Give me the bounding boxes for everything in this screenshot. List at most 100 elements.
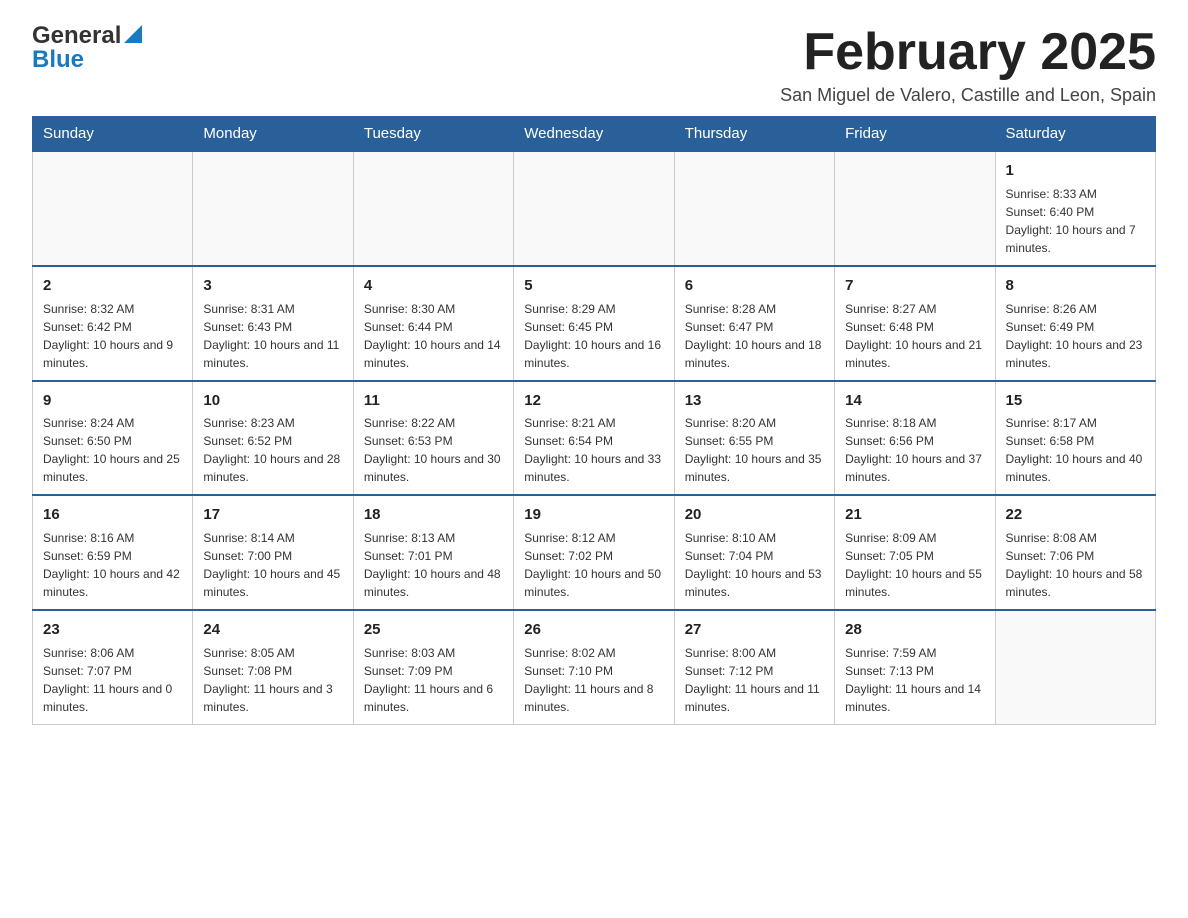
day-number: 19	[524, 504, 663, 526]
day-number: 28	[845, 619, 984, 641]
logo-triangle-icon	[124, 25, 142, 43]
calendar-cell: 21 Sunrise: 8:09 AMSunset: 7:05 PMDayligh…	[835, 495, 995, 610]
day-number: 3	[203, 275, 342, 297]
day-info: Sunrise: 8:14 AMSunset: 7:00 PMDaylight:…	[203, 529, 342, 601]
day-number: 27	[685, 619, 824, 641]
day-number: 25	[364, 619, 503, 641]
calendar-cell: 4 Sunrise: 8:30 AMSunset: 6:44 PMDaylight…	[353, 266, 513, 381]
calendar-cell: 17 Sunrise: 8:14 AMSunset: 7:00 PMDayligh…	[193, 495, 353, 610]
day-number: 9	[43, 390, 182, 412]
day-number: 11	[364, 390, 503, 412]
day-info: Sunrise: 8:31 AMSunset: 6:43 PMDaylight:…	[203, 300, 342, 372]
day-number: 20	[685, 504, 824, 526]
calendar-cell: 12Sunrise: 8:21 AMSunset: 6:54 PMDayligh…	[514, 381, 674, 496]
day-info: Sunrise: 8:10 AMSunset: 7:04 PMDaylight:…	[685, 529, 824, 601]
calendar-cell: 15Sunrise: 8:17 AMSunset: 6:58 PMDayligh…	[995, 381, 1155, 496]
day-number: 24	[203, 619, 342, 641]
calendar-cell: 8Sunrise: 8:26 AMSunset: 6:49 PMDaylight…	[995, 266, 1155, 381]
day-number: 12	[524, 390, 663, 412]
weekday-header-sunday: Sunday	[33, 117, 193, 152]
day-number: 16	[43, 504, 182, 526]
day-info: Sunrise: 8:08 AMSunset: 7:06 PMDaylight:…	[1006, 529, 1145, 601]
calendar-cell: 22 Sunrise: 8:08 AMSunset: 7:06 PMDayligh…	[995, 495, 1155, 610]
day-info: Sunrise: 8:12 AMSunset: 7:02 PMDaylight:…	[524, 529, 663, 601]
day-number: 1	[1006, 160, 1145, 182]
weekday-header-saturday: Saturday	[995, 117, 1155, 152]
calendar-cell: 25 Sunrise: 8:03 AMSunset: 7:09 PMDayligh…	[353, 610, 513, 724]
day-number: 17	[203, 504, 342, 526]
day-number: 26	[524, 619, 663, 641]
day-info: Sunrise: 8:05 AMSunset: 7:08 PMDaylight:…	[203, 644, 342, 716]
day-number: 4	[364, 275, 503, 297]
month-year-title: February 2025	[780, 24, 1156, 81]
day-number: 18	[364, 504, 503, 526]
weekday-header-friday: Friday	[835, 117, 995, 152]
calendar-cell	[33, 151, 193, 266]
calendar-week-row: 16Sunrise: 8:16 AMSunset: 6:59 PMDayligh…	[33, 495, 1156, 610]
calendar-table: SundayMondayTuesdayWednesdayThursdayFrid…	[32, 116, 1156, 725]
day-number: 21	[845, 504, 984, 526]
logo-blue-text: Blue	[32, 46, 84, 74]
page-header: General Blue February 2025 San Miguel de…	[32, 24, 1156, 106]
calendar-cell: 11Sunrise: 8:22 AMSunset: 6:53 PMDayligh…	[353, 381, 513, 496]
day-info: Sunrise: 8:09 AMSunset: 7:05 PMDaylight:…	[845, 529, 984, 601]
day-info: Sunrise: 8:32 AMSunset: 6:42 PMDaylight:…	[43, 300, 182, 372]
calendar-cell: 16Sunrise: 8:16 AMSunset: 6:59 PMDayligh…	[33, 495, 193, 610]
title-section: February 2025 San Miguel de Valero, Cast…	[780, 24, 1156, 106]
day-number: 6	[685, 275, 824, 297]
day-info: Sunrise: 8:18 AMSunset: 6:56 PMDaylight:…	[845, 414, 984, 486]
calendar-cell: 7Sunrise: 8:27 AMSunset: 6:48 PMDaylight…	[835, 266, 995, 381]
day-number: 10	[203, 390, 342, 412]
day-info: Sunrise: 8:33 AMSunset: 6:40 PMDaylight:…	[1006, 185, 1145, 257]
calendar-cell	[995, 610, 1155, 724]
calendar-week-row: 1 Sunrise: 8:33 AMSunset: 6:40 PMDaylight…	[33, 151, 1156, 266]
day-info: Sunrise: 8:03 AMSunset: 7:09 PMDaylight:…	[364, 644, 503, 716]
logo: General Blue	[32, 24, 142, 74]
calendar-cell: 24 Sunrise: 8:05 AMSunset: 7:08 PMDayligh…	[193, 610, 353, 724]
day-info: Sunrise: 8:13 AMSunset: 7:01 PMDaylight:…	[364, 529, 503, 601]
calendar-cell: 18 Sunrise: 8:13 AMSunset: 7:01 PMDayligh…	[353, 495, 513, 610]
calendar-cell: 14Sunrise: 8:18 AMSunset: 6:56 PMDayligh…	[835, 381, 995, 496]
calendar-cell: 2 Sunrise: 8:32 AMSunset: 6:42 PMDaylight…	[33, 266, 193, 381]
calendar-cell: 6 Sunrise: 8:28 AMSunset: 6:47 PMDaylight…	[674, 266, 834, 381]
calendar-week-row: 23 Sunrise: 8:06 AMSunset: 7:07 PMDayligh…	[33, 610, 1156, 724]
day-number: 13	[685, 390, 824, 412]
day-info: Sunrise: 8:29 AMSunset: 6:45 PMDaylight:…	[524, 300, 663, 372]
calendar-week-row: 9Sunrise: 8:24 AMSunset: 6:50 PMDaylight…	[33, 381, 1156, 496]
day-info: Sunrise: 8:17 AMSunset: 6:58 PMDaylight:…	[1006, 414, 1145, 486]
day-info: Sunrise: 8:26 AMSunset: 6:49 PMDaylight:…	[1006, 300, 1145, 372]
calendar-cell	[193, 151, 353, 266]
weekday-header-wednesday: Wednesday	[514, 117, 674, 152]
logo-general-text: General	[32, 24, 121, 48]
weekday-header-thursday: Thursday	[674, 117, 834, 152]
day-info: Sunrise: 8:30 AMSunset: 6:44 PMDaylight:…	[364, 300, 503, 372]
location-subtitle: San Miguel de Valero, Castille and Leon,…	[780, 85, 1156, 106]
day-number: 2	[43, 275, 182, 297]
calendar-cell: 9Sunrise: 8:24 AMSunset: 6:50 PMDaylight…	[33, 381, 193, 496]
day-number: 22	[1006, 504, 1145, 526]
weekday-header-tuesday: Tuesday	[353, 117, 513, 152]
day-info: Sunrise: 8:02 AMSunset: 7:10 PMDaylight:…	[524, 644, 663, 716]
calendar-header-row: SundayMondayTuesdayWednesdayThursdayFrid…	[33, 117, 1156, 152]
day-number: 23	[43, 619, 182, 641]
day-number: 7	[845, 275, 984, 297]
calendar-cell: 5Sunrise: 8:29 AMSunset: 6:45 PMDaylight…	[514, 266, 674, 381]
day-info: Sunrise: 7:59 AMSunset: 7:13 PMDaylight:…	[845, 644, 984, 716]
calendar-cell: 13Sunrise: 8:20 AMSunset: 6:55 PMDayligh…	[674, 381, 834, 496]
calendar-cell: 1 Sunrise: 8:33 AMSunset: 6:40 PMDaylight…	[995, 151, 1155, 266]
calendar-cell	[835, 151, 995, 266]
day-info: Sunrise: 8:28 AMSunset: 6:47 PMDaylight:…	[685, 300, 824, 372]
weekday-header-monday: Monday	[193, 117, 353, 152]
calendar-cell: 23 Sunrise: 8:06 AMSunset: 7:07 PMDayligh…	[33, 610, 193, 724]
calendar-week-row: 2 Sunrise: 8:32 AMSunset: 6:42 PMDaylight…	[33, 266, 1156, 381]
calendar-cell: 28 Sunrise: 7:59 AMSunset: 7:13 PMDayligh…	[835, 610, 995, 724]
day-number: 14	[845, 390, 984, 412]
day-info: Sunrise: 8:22 AMSunset: 6:53 PMDaylight:…	[364, 414, 503, 486]
calendar-cell	[674, 151, 834, 266]
day-info: Sunrise: 8:24 AMSunset: 6:50 PMDaylight:…	[43, 414, 182, 486]
day-info: Sunrise: 8:06 AMSunset: 7:07 PMDaylight:…	[43, 644, 182, 716]
calendar-cell: 10Sunrise: 8:23 AMSunset: 6:52 PMDayligh…	[193, 381, 353, 496]
calendar-cell	[353, 151, 513, 266]
calendar-cell: 3 Sunrise: 8:31 AMSunset: 6:43 PMDaylight…	[193, 266, 353, 381]
calendar-cell: 19 Sunrise: 8:12 AMSunset: 7:02 PMDayligh…	[514, 495, 674, 610]
